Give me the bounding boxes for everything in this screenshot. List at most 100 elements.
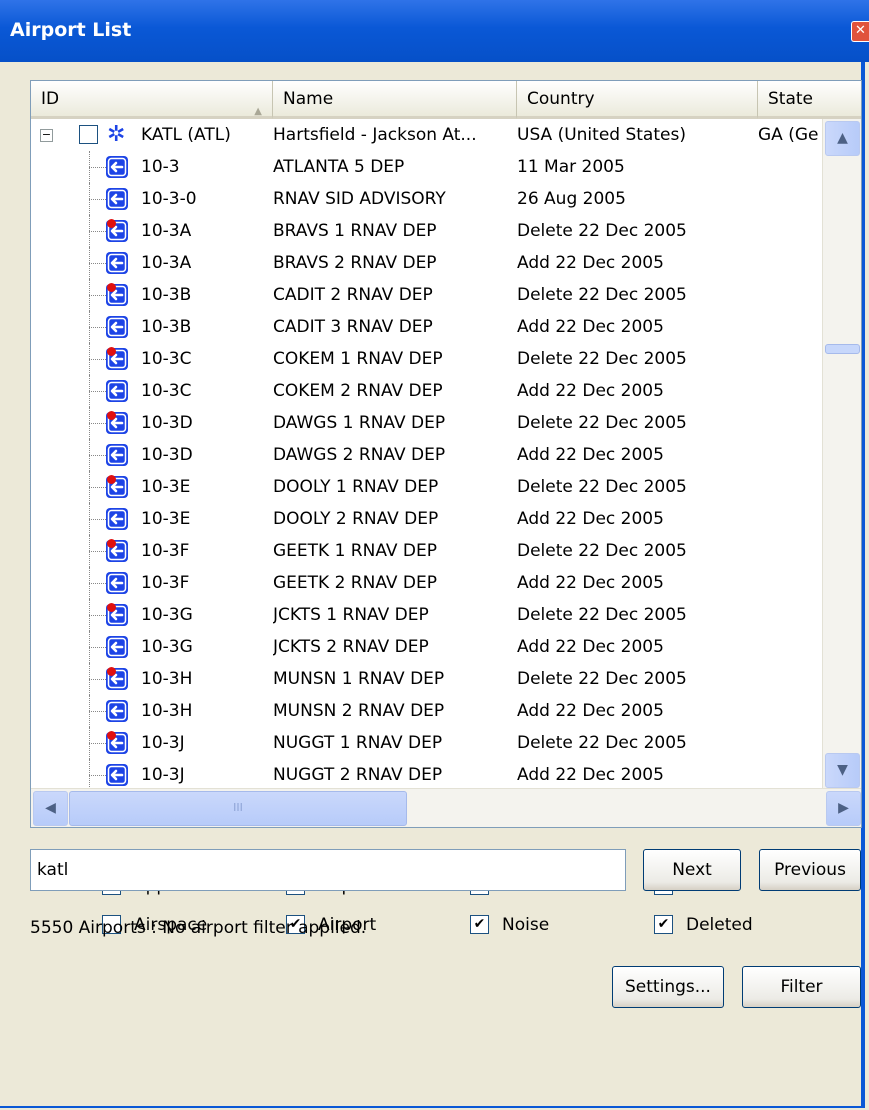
row-id: 10-3E	[141, 477, 191, 497]
search-input[interactable]	[30, 849, 626, 891]
collapse-toggle-icon[interactable]: −	[40, 129, 53, 142]
tree-line	[89, 519, 106, 520]
tree-line	[89, 551, 106, 552]
deleted-label: Deleted	[686, 915, 753, 935]
table-row[interactable]: 10-3F GEETK 2 RNAV DEP Add 22 Dec 2005	[31, 567, 823, 599]
row-country: Delete 22 Dec 2005	[517, 541, 687, 561]
column-header-label: Name	[283, 89, 334, 109]
tree-root-row[interactable]: − ✲ KATL (ATL) Hartsfield - Jackson At..…	[31, 119, 823, 151]
row-name: MUNSN 2 RNAV DEP	[273, 701, 445, 721]
departure-chart-icon	[106, 700, 128, 722]
scroll-right-button[interactable]: ▶	[826, 791, 861, 826]
row-country: Delete 22 Dec 2005	[517, 221, 687, 241]
table-row[interactable]: 10-3J NUGGT 2 RNAV DEP Add 22 Dec 2005	[31, 759, 823, 789]
table-row[interactable]: 10-3C COKEM 1 RNAV DEP Delete 22 Dec 2005	[31, 343, 823, 375]
row-name: GEETK 2 RNAV DEP	[273, 573, 437, 593]
filter-button[interactable]: Filter	[742, 966, 861, 1008]
row-country: Delete 22 Dec 2005	[517, 285, 687, 305]
horizontal-scrollbar[interactable]: ◀ III ▶	[31, 788, 861, 827]
airport-list-view[interactable]: ID ▲ Name Country State − ✲ KATL (ATL) H…	[30, 80, 862, 828]
row-id: 10-3J	[141, 765, 185, 785]
table-row[interactable]: 10-3E DOOLY 1 RNAV DEP Delete 22 Dec 2005	[31, 471, 823, 503]
settings-button[interactable]: Settings...	[612, 966, 724, 1008]
tree-line	[89, 455, 106, 456]
departure-chart-icon	[106, 572, 128, 594]
row-country: Delete 22 Dec 2005	[517, 669, 687, 689]
row-id: 10-3D	[141, 413, 193, 433]
row-id: 10-3G	[141, 637, 193, 657]
column-header-state[interactable]: State	[758, 81, 861, 119]
departure-chart-icon	[106, 380, 128, 402]
row-country: Delete 22 Dec 2005	[517, 733, 687, 753]
row-id: 10-3G	[141, 605, 193, 625]
table-row[interactable]: 10-3E DOOLY 2 RNAV DEP Add 22 Dec 2005	[31, 503, 823, 535]
column-header-country[interactable]: Country	[517, 81, 758, 119]
row-id: 10-3A	[141, 253, 192, 273]
table-row[interactable]: 10-3F GEETK 1 RNAV DEP Delete 22 Dec 2005	[31, 535, 823, 567]
row-country: Delete 22 Dec 2005	[517, 349, 687, 369]
scroll-down-button[interactable]: ▼	[825, 753, 860, 788]
row-id: 10-3H	[141, 669, 193, 689]
scroll-up-button[interactable]: ▲	[825, 121, 860, 156]
table-row[interactable]: 10-3H MUNSN 2 RNAV DEP Add 22 Dec 2005	[31, 695, 823, 727]
column-header-label: Country	[527, 89, 595, 109]
noise-label: Noise	[502, 915, 550, 935]
tree-line	[89, 711, 106, 712]
row-country: Add 22 Dec 2005	[517, 573, 664, 593]
row-country: Add 22 Dec 2005	[517, 509, 664, 529]
row-id: 10-3C	[141, 349, 192, 369]
table-row[interactable]: 10-3A BRAVS 2 RNAV DEP Add 22 Dec 2005	[31, 247, 823, 279]
column-header-label: State	[768, 89, 813, 109]
vertical-scrollbar[interactable]: ▲ ▼	[822, 119, 861, 789]
list-header: ID ▲ Name Country State	[31, 81, 861, 119]
table-row[interactable]: 10-3G JCKTS 2 RNAV DEP Add 22 Dec 2005	[31, 631, 823, 663]
root-name: Hartsfield - Jackson At...	[273, 125, 477, 145]
table-row[interactable]: 10-3G JCKTS 1 RNAV DEP Delete 22 Dec 2005	[31, 599, 823, 631]
tree-line	[89, 359, 106, 360]
horizontal-scroll-thumb[interactable]: III	[69, 791, 407, 826]
tree-line	[89, 167, 106, 168]
row-name: BRAVS 2 RNAV DEP	[273, 253, 437, 273]
table-row[interactable]: 10-3J NUGGT 1 RNAV DEP Delete 22 Dec 2005	[31, 727, 823, 759]
red-dot-icon	[107, 603, 116, 612]
column-header-id[interactable]: ID ▲	[31, 81, 273, 119]
vertical-scroll-thumb[interactable]	[825, 344, 860, 354]
deleted-checkbox-box[interactable]: ✔	[654, 915, 673, 934]
row-country: 26 Aug 2005	[517, 189, 626, 209]
row-name: GEETK 1 RNAV DEP	[273, 541, 437, 561]
table-row[interactable]: 10-3H MUNSN 1 RNAV DEP Delete 22 Dec 2005	[31, 663, 823, 695]
row-name: BRAVS 1 RNAV DEP	[273, 221, 437, 241]
row-id: 10-3B	[141, 285, 192, 305]
tree-line	[89, 679, 106, 680]
row-country: Add 22 Dec 2005	[517, 381, 664, 401]
list-rows: − ✲ KATL (ATL) Hartsfield - Jackson At..…	[31, 119, 823, 789]
row-name: CADIT 2 RNAV DEP	[273, 285, 433, 305]
table-row[interactable]: 10-3B CADIT 3 RNAV DEP Add 22 Dec 2005	[31, 311, 823, 343]
table-row[interactable]: 10-3 ATLANTA 5 DEP 11 Mar 2005	[31, 151, 823, 183]
row-name: DAWGS 2 RNAV DEP	[273, 445, 446, 465]
root-checkbox[interactable]	[79, 125, 98, 144]
table-row[interactable]: 10-3-0 RNAV SID ADVISORY 26 Aug 2005	[31, 183, 823, 215]
row-name: COKEM 1 RNAV DEP	[273, 349, 443, 369]
noise-checkbox-box[interactable]: ✔	[470, 915, 489, 934]
table-row[interactable]: 10-3C COKEM 2 RNAV DEP Add 22 Dec 2005	[31, 375, 823, 407]
row-name: COKEM 2 RNAV DEP	[273, 381, 443, 401]
table-row[interactable]: 10-3A BRAVS 1 RNAV DEP Delete 22 Dec 2005	[31, 215, 823, 247]
next-button[interactable]: Next	[643, 849, 741, 891]
previous-button[interactable]: Previous	[759, 849, 861, 891]
departure-chart-icon	[106, 508, 128, 530]
row-country: Delete 22 Dec 2005	[517, 605, 687, 625]
tree-line	[89, 391, 106, 392]
column-header-name[interactable]: Name	[273, 81, 517, 119]
row-id: 10-3J	[141, 733, 185, 753]
scroll-left-button[interactable]: ◀	[33, 791, 68, 826]
table-row[interactable]: 10-3D DAWGS 2 RNAV DEP Add 22 Dec 2005	[31, 439, 823, 471]
close-button[interactable]: ✕	[851, 21, 869, 42]
departure-chart-icon	[106, 636, 128, 658]
departure-chart-icon	[106, 252, 128, 274]
title-bar[interactable]: Airport List ✕	[0, 0, 869, 62]
table-row[interactable]: 10-3D DAWGS 1 RNAV DEP Delete 22 Dec 2005	[31, 407, 823, 439]
row-id: 10-3H	[141, 701, 193, 721]
table-row[interactable]: 10-3B CADIT 2 RNAV DEP Delete 22 Dec 2005	[31, 279, 823, 311]
departure-chart-icon	[106, 188, 128, 210]
